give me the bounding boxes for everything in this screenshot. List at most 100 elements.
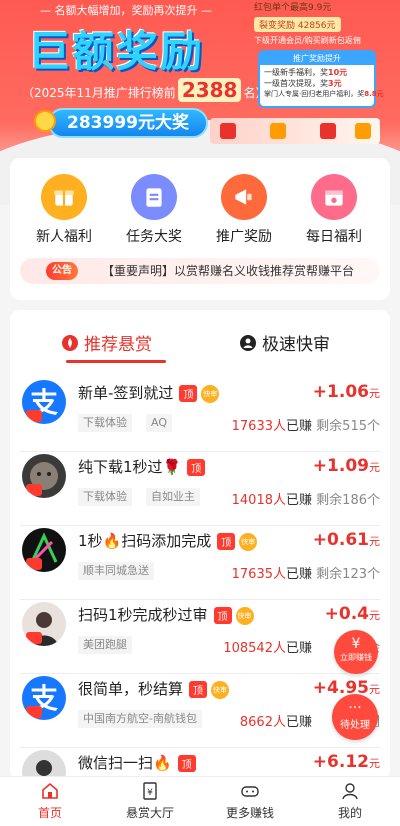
task-reward: +1.09元 <box>312 456 380 476</box>
menu-item-task-prize[interactable]: 任务大奖 <box>114 174 194 246</box>
promo-line3: 掌门人专属·回归老用户福利，奖8.8元 <box>264 90 384 98</box>
bottom-nav: 首页 ¥ 悬赏大厅 更多赚钱 我的 <box>0 776 400 826</box>
task-chip: 美团跑腿 <box>78 636 132 654</box>
task-earned: 17633人已赚 <box>231 419 312 434</box>
rank-number: 2388 <box>177 78 242 102</box>
task-reward: +0.4元 <box>324 604 380 624</box>
task-remain: 剩余123个 <box>316 567 380 582</box>
reward-badge-icon <box>26 706 42 718</box>
svg-text:¥: ¥ <box>147 788 153 798</box>
fast-review-icon: 快审 <box>239 532 258 551</box>
user-icon <box>240 334 256 351</box>
reward-badge-icon <box>26 410 42 422</box>
menu-item-daily[interactable]: 每日福利 <box>294 174 374 246</box>
top-tag: 顶 <box>213 607 232 624</box>
rank-line: （2025年11月推广排行榜前 2388 名） <box>22 78 268 102</box>
task-reward: +0.61元 <box>312 530 380 550</box>
banner-slogan: — 名额大幅增加，奖励再次提升 — <box>40 4 212 17</box>
calendar-icon <box>311 174 357 220</box>
task-title: 新单-签到就过顶快审 <box>78 384 220 403</box>
gift-icon <box>320 123 336 139</box>
nav-label: 我的 <box>337 806 362 820</box>
task-chip: AQ <box>146 414 172 432</box>
menu-item-promotion[interactable]: 推广奖励 <box>204 174 284 246</box>
nav-more-earn[interactable]: 更多赚钱 <box>210 781 290 821</box>
nav-hall[interactable]: ¥ 悬赏大厅 <box>110 781 190 821</box>
promo-line2: 一级首次提现，奖3元 <box>264 79 342 88</box>
top-tag: 顶 <box>187 459 206 476</box>
promo-line1: 一级新手福利，奖10元 <box>264 68 348 77</box>
task-row[interactable]: 1秒🔥扫码添加完成顶快审 顺丰同城急送 +0.61元 17635人已赚 剩余12… <box>20 528 380 600</box>
more-icon: ··· <box>348 700 362 716</box>
megaphone-icon <box>221 174 267 220</box>
banner-title: 巨额奖励 <box>28 27 205 76</box>
menu-label: 推广奖励 <box>216 229 272 245</box>
task-title: 扫码1秒完成秒过审顶快审 <box>78 606 254 625</box>
nav-mine[interactable]: 我的 <box>310 781 390 821</box>
promo-card: 推广奖励提升 一级新手福利，奖10元 一级首次提现，奖3元 掌门人专属·回归老用… <box>258 50 384 108</box>
task-earned: 8662人已赚 <box>239 715 312 730</box>
coin-icon <box>34 110 56 132</box>
coin-icon <box>355 123 371 139</box>
rank-prefix: （2025年11月推广排行榜前 <box>22 86 176 100</box>
task-remain: 剩余186个 <box>316 493 380 508</box>
yen-icon: ¥ <box>351 636 361 652</box>
tab-underline <box>66 360 166 363</box>
task-reward: +6.12元 <box>312 752 380 772</box>
alipay-avatar: 支 <box>22 676 66 720</box>
tab-label: 极速快审 <box>262 335 330 355</box>
top-tag: 顶 <box>217 533 236 550</box>
task-title: 1秒🔥扫码添加完成顶快审 <box>78 532 258 551</box>
cat-avatar <box>22 454 66 498</box>
yen-doc-icon: ¥ <box>143 782 157 800</box>
prize-pill: 283999元大奖 <box>34 108 208 138</box>
pending-button[interactable]: ··· 待处理 <box>332 694 378 740</box>
task-row[interactable]: 支 新单-签到就过顶快审 下载体验 AQ +1.06元 17633人已赚 剩余5… <box>20 380 380 452</box>
nav-label: 首页 <box>37 806 62 820</box>
task-row[interactable]: 纯下载1秒过🌹 顶 下载体验 自如业主 +1.09元 14018人已赚 剩余186… <box>20 454 380 526</box>
reward-badge-icon <box>26 558 42 570</box>
task-earned: 14018人已赚 <box>231 493 312 508</box>
notice-bar[interactable]: 公告 【重要声明】以赏帮赚名义收钱推荐赏帮赚平台 <box>20 258 380 284</box>
fast-review-icon: 快审 <box>201 384 220 403</box>
alipay-avatar: 支 <box>22 380 66 424</box>
task-row[interactable]: 扫码1秒完成秒过审顶快审 美团跑腿 +0.4元 108542人已赚 剩余 <box>20 602 380 674</box>
task-chip: 自如业主 <box>146 488 200 506</box>
tab-label: 推荐悬赏 <box>84 335 152 355</box>
task-chip: 顺丰同城急送 <box>78 562 154 580</box>
tab-fast-review[interactable]: 极速快审 <box>240 330 330 355</box>
pending-label: 待处理 <box>340 720 370 731</box>
notice-tag: 公告 <box>46 262 78 280</box>
top-tag: 顶 <box>177 755 196 772</box>
task-earned: 108542人已赚 <box>223 641 312 656</box>
reward-badge-icon <box>26 632 42 644</box>
note-line3: 下级开通会员/购买刷新包返佣 <box>254 36 361 45</box>
nav-home[interactable]: 首页 <box>10 781 90 821</box>
note-line1: 红包单个最高9.9元 <box>254 3 332 13</box>
neon-avatar <box>22 528 66 572</box>
gift-strip <box>210 118 380 144</box>
task-title: 很简单，秒结算顶快审 <box>78 680 230 699</box>
quick-earn-button[interactable]: ¥ 立即赚钱 <box>334 630 378 674</box>
user-icon <box>342 783 358 800</box>
task-reward: +1.06元 <box>312 382 380 402</box>
banner-notes: 红包单个最高9.9元 裂变奖励 42856元 下级开通会员/购买刷新包返佣 <box>254 0 361 46</box>
home-icon <box>42 782 58 799</box>
note-line2: 裂变奖励 42856元 <box>254 17 341 32</box>
gift-icon <box>220 123 236 139</box>
task-chip: 下载体验 <box>78 414 132 432</box>
fast-review-icon: 快审 <box>211 680 230 699</box>
flame-icon <box>62 334 78 351</box>
clipboard-icon <box>131 174 177 220</box>
top-tag: 顶 <box>179 385 198 402</box>
coin-icon <box>270 123 286 139</box>
task-chip: 中国南方航空-南航钱包 <box>78 710 202 728</box>
notice-text: 【重要声明】以赏帮赚名义收钱推荐赏帮赚平台 <box>102 264 355 278</box>
tab-recommended[interactable]: 推荐悬赏 <box>62 330 152 355</box>
menu-item-newbie[interactable]: 新人福利 <box>24 174 104 246</box>
quick-earn-label: 立即赚钱 <box>340 653 372 662</box>
nav-label: 悬赏大厅 <box>125 806 174 820</box>
task-title: 纯下载1秒过🌹 顶 <box>78 456 206 477</box>
task-row[interactable]: 支 很简单，秒结算顶快审 中国南方航空-南航钱包 +4.95元 8662人已赚 … <box>20 676 380 748</box>
fast-review-icon: 快审 <box>235 606 254 625</box>
